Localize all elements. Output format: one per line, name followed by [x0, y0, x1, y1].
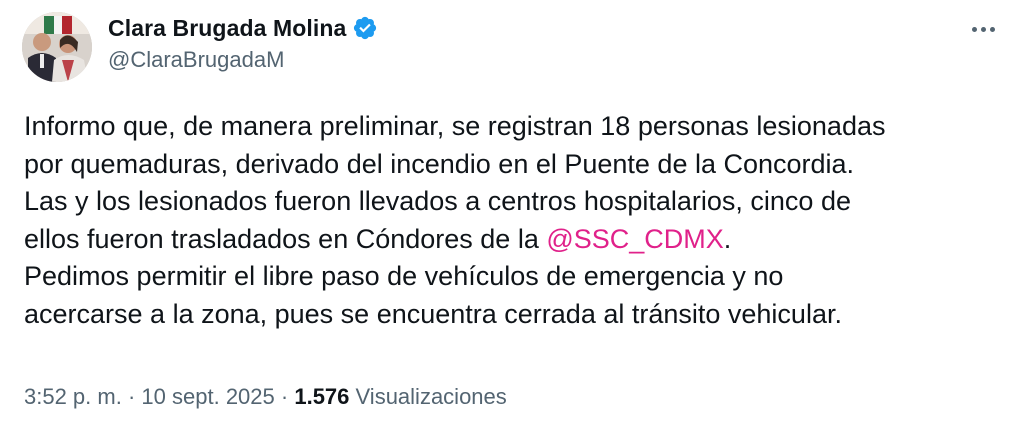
- separator: ·: [280, 384, 289, 409]
- separator: ·: [127, 384, 136, 409]
- tweet-metadata: 3:52 p. m. · 10 sept. 2025 · 1.576 Visua…: [24, 384, 507, 410]
- tweet-text-line: Las y los lesionados fueron llevados a c…: [24, 186, 851, 217]
- author-display-name[interactable]: Clara Brugada Molina: [108, 15, 346, 42]
- tweet-time[interactable]: 3:52 p. m.: [24, 384, 122, 409]
- author-handle[interactable]: @ClaraBrugadaM: [108, 47, 284, 73]
- tweet-text-line: acercarse a la zona, pues se encuentra c…: [24, 298, 842, 329]
- tweet-text-fragment: .: [723, 223, 732, 254]
- tweet-card: Clara Brugada Molina @ClaraBrugadaM Info…: [0, 0, 1024, 439]
- verified-badge-icon: [352, 15, 378, 41]
- author-name-row: Clara Brugada Molina: [108, 12, 378, 44]
- avatar[interactable]: [22, 12, 92, 82]
- mention-link[interactable]: @SSC_CDMX: [546, 224, 723, 254]
- tweet-text-line-with-mention: ellos fueron trasladados en Cóndores de …: [24, 221, 1004, 259]
- tweet-text-line: Pedimos permitir el libre paso de vehícu…: [24, 261, 784, 292]
- avatar-photo-icon: [22, 12, 92, 82]
- tweet-date[interactable]: 10 sept. 2025: [141, 384, 274, 409]
- tweet-text: Informo que, de manera preliminar, se re…: [24, 108, 1004, 334]
- views-count: 1.576: [294, 384, 350, 409]
- tweet-text-line: por quemaduras, derivado del incendio en…: [24, 148, 855, 179]
- tweet-text-fragment: ellos fueron trasladados en Cóndores de …: [24, 223, 547, 254]
- tweet-text-line: Informo que, de manera preliminar, se re…: [24, 111, 886, 141]
- views-label: Visualizaciones: [355, 384, 507, 409]
- more-options-icon[interactable]: [966, 14, 1000, 44]
